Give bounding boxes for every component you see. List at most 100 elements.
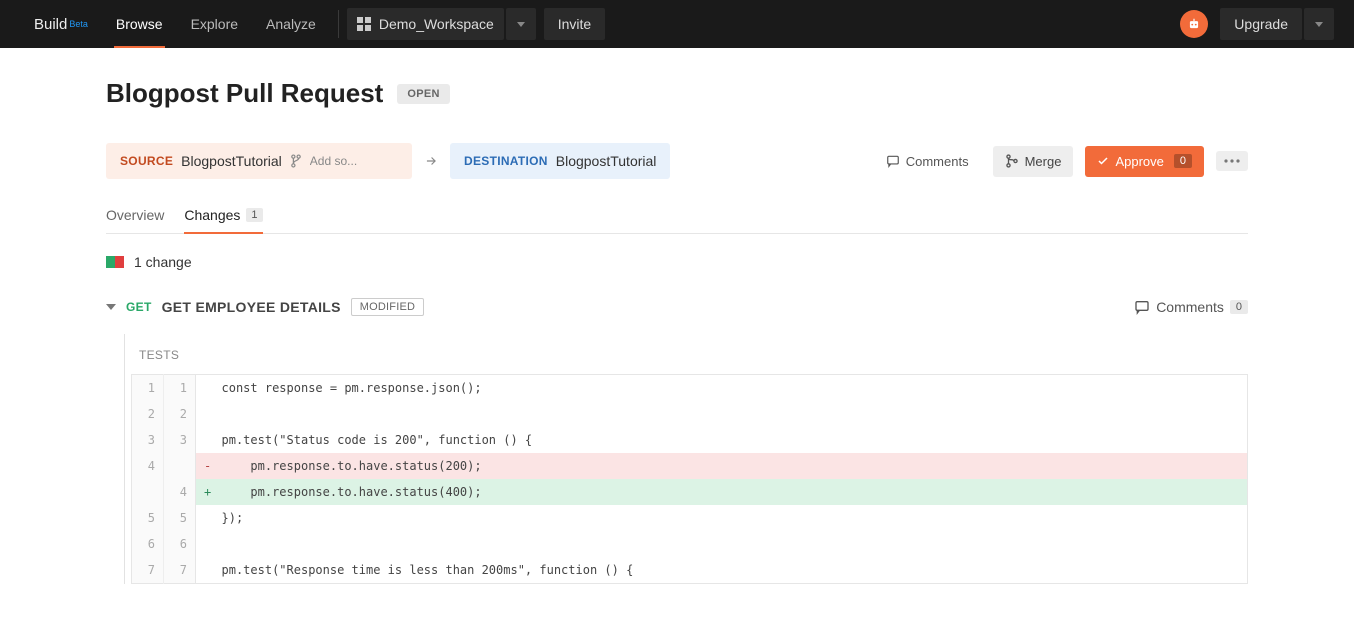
tab-changes[interactable]: Changes 1 (184, 207, 262, 233)
diff-sign (196, 557, 214, 584)
line-number-right: 3 (164, 427, 196, 453)
bot-icon (1187, 17, 1201, 31)
change-count-text: 1 change (134, 254, 192, 270)
change-summary: 1 change (106, 254, 1248, 270)
nav-browse[interactable]: Browse (102, 0, 177, 48)
diff-row[interactable]: 77 pm.test("Response time is less than 2… (132, 557, 1248, 584)
line-number-left: 1 (132, 375, 164, 402)
approve-label: Approve (1115, 154, 1163, 169)
approve-count: 0 (1174, 154, 1192, 168)
tab-overview[interactable]: Overview (106, 207, 164, 233)
chevron-down-icon (517, 22, 525, 27)
diff-code (214, 401, 1248, 427)
comment-icon (1134, 299, 1150, 315)
diff-sign: + (196, 479, 214, 505)
more-button[interactable] (1216, 151, 1248, 171)
nav-analyze[interactable]: Analyze (252, 0, 330, 48)
line-number-left: 2 (132, 401, 164, 427)
diff-row[interactable]: 11 const response = pm.response.json(); (132, 375, 1248, 402)
diff-sign (196, 401, 214, 427)
line-number-right: 5 (164, 505, 196, 531)
line-number-left: 4 (132, 453, 164, 479)
request-comments-label: Comments (1156, 299, 1224, 315)
source-label: SOURCE (120, 154, 173, 168)
merge-icon (1005, 154, 1019, 168)
nav-divider (338, 10, 339, 38)
diff-row[interactable]: 4+ pm.response.to.have.status(400); (132, 479, 1248, 505)
upgrade-caret[interactable] (1304, 8, 1334, 40)
destination-box[interactable]: DESTINATION BlogpostTutorial (450, 143, 670, 179)
diff-code: pm.test("Status code is 200", function (… (214, 427, 1248, 453)
line-number-right: 7 (164, 557, 196, 584)
tabs: Overview Changes 1 (106, 207, 1248, 234)
workspace-name: Demo_Workspace (379, 16, 494, 32)
nav-build-label: Build (34, 16, 67, 33)
arrow-right-icon (424, 154, 438, 168)
source-value: BlogpostTutorial (181, 153, 282, 169)
destination-value: BlogpostTutorial (556, 153, 657, 169)
page-header: Blogpost Pull Request OPEN (106, 78, 1248, 109)
diff-sign: - (196, 453, 214, 479)
line-number-left: 5 (132, 505, 164, 531)
comments-button[interactable]: Comments (874, 146, 981, 177)
line-number-left: 3 (132, 427, 164, 453)
diff-code: pm.response.to.have.status(200); (214, 453, 1248, 479)
diff-row[interactable]: 55 }); (132, 505, 1248, 531)
request-comments-count: 0 (1230, 300, 1248, 314)
diff-sign (196, 505, 214, 531)
http-method: GET (126, 300, 152, 314)
workspace-selector[interactable]: Demo_Workspace (347, 8, 504, 40)
diff-section-label: TESTS (131, 334, 1248, 374)
line-number-left: 7 (132, 557, 164, 584)
diff-code: }); (214, 505, 1248, 531)
nav-build[interactable]: BuildBeta (20, 0, 102, 48)
diff-sign (196, 375, 214, 402)
merge-button[interactable]: Merge (993, 146, 1074, 177)
diff-row[interactable]: 33 pm.test("Status code is 200", functio… (132, 427, 1248, 453)
line-number-right: 1 (164, 375, 196, 402)
request-header: GET GET EMPLOYEE DETAILS MODIFIED Commen… (106, 298, 1248, 316)
user-avatar[interactable] (1180, 10, 1208, 38)
upgrade-button[interactable]: Upgrade (1220, 8, 1302, 40)
diff-row[interactable]: 66 (132, 531, 1248, 557)
diff-code (214, 531, 1248, 557)
modified-badge: MODIFIED (351, 298, 424, 316)
workspace-caret[interactable] (506, 8, 536, 40)
change-indicator-icon (106, 256, 124, 268)
beta-badge: Beta (69, 19, 88, 29)
diff-row[interactable]: 4 - pm.response.to.have.status(200); (132, 453, 1248, 479)
line-number-right: 2 (164, 401, 196, 427)
merge-label: Merge (1025, 154, 1062, 169)
collapse-toggle[interactable] (106, 304, 116, 310)
diff-sign (196, 427, 214, 453)
diff-code: const response = pm.response.json(); (214, 375, 1248, 402)
source-box[interactable]: SOURCE BlogpostTutorial Add so... (106, 143, 412, 179)
check-icon (1097, 155, 1109, 167)
page-title: Blogpost Pull Request (106, 78, 383, 109)
line-number-right: 4 (164, 479, 196, 505)
status-badge: OPEN (397, 84, 449, 104)
top-nav: BuildBeta Browse Explore Analyze Demo_Wo… (0, 0, 1354, 48)
source-dest-row: SOURCE BlogpostTutorial Add so... DESTIN… (106, 143, 1248, 179)
nav-explore[interactable]: Explore (177, 0, 252, 48)
diff-code: pm.test("Response time is less than 200m… (214, 557, 1248, 584)
line-number-right (164, 453, 196, 479)
tab-changes-count: 1 (246, 208, 262, 222)
branch-icon (290, 154, 302, 168)
diff-code: pm.response.to.have.status(400); (214, 479, 1248, 505)
approve-button[interactable]: Approve 0 (1085, 146, 1204, 177)
diff-table: 11 const response = pm.response.json();2… (131, 374, 1248, 584)
add-source-label: Add so... (310, 154, 357, 168)
request-comments-button[interactable]: Comments 0 (1134, 299, 1248, 315)
destination-label: DESTINATION (464, 154, 548, 168)
grid-icon (357, 17, 371, 31)
comment-icon (886, 154, 900, 168)
diff-sign (196, 531, 214, 557)
line-number-right: 6 (164, 531, 196, 557)
diff-row[interactable]: 22 (132, 401, 1248, 427)
main-content: Blogpost Pull Request OPEN SOURCE Blogpo… (0, 48, 1354, 584)
line-number-left (132, 479, 164, 505)
invite-button[interactable]: Invite (544, 8, 605, 40)
line-number-left: 6 (132, 531, 164, 557)
dots-icon (1224, 159, 1240, 163)
